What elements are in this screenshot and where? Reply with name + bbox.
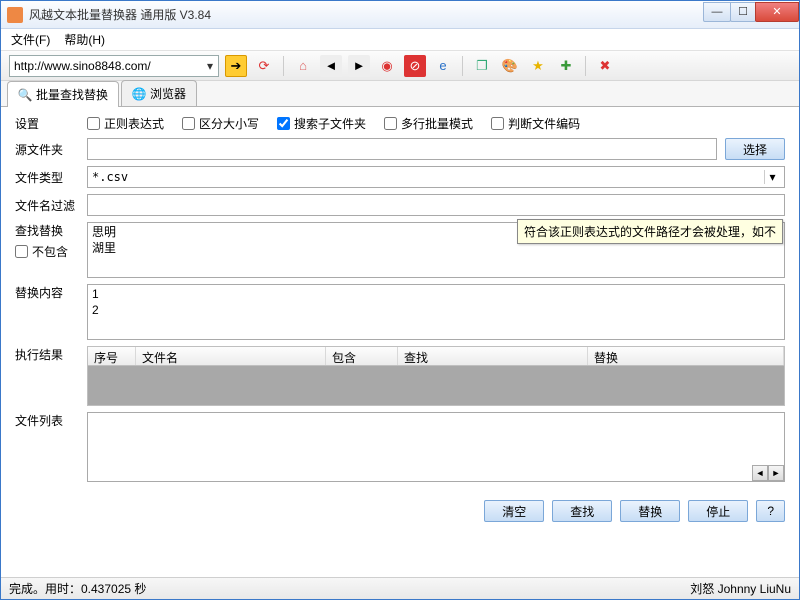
refresh-icon[interactable]: ⟳ <box>253 55 275 77</box>
name-filter-label: 文件名过滤 <box>15 197 79 214</box>
status-right: 刘怒 Johnny LiuNu <box>690 580 791 597</box>
chk-regex[interactable]: 正则表达式 <box>87 115 164 132</box>
delete-icon[interactable]: ✖ <box>594 55 616 77</box>
menubar: 文件(F) 帮助(H) <box>1 29 799 51</box>
globe-icon: 🌐 <box>132 87 146 101</box>
chk-subfolder[interactable]: 搜索子文件夹 <box>277 115 366 132</box>
clear-button[interactable]: 清空 <box>484 500 544 522</box>
url-dropdown-icon[interactable]: ▾ <box>202 59 218 73</box>
titlebar: 风越文本批量替换器 通用版 V3.84 — ☐ ✕ <box>1 1 799 29</box>
home-icon[interactable]: ⌂ <box>292 55 314 77</box>
name-filter-row: 文件名过滤 <box>15 194 785 216</box>
col-seq[interactable]: 序号 <box>88 347 136 365</box>
tooltip: 符合该正则表达式的文件路径才会被处理，如不 <box>517 219 783 244</box>
palette-icon[interactable]: 🎨 <box>499 55 521 77</box>
replace-button[interactable]: 替换 <box>620 500 680 522</box>
dropdown-icon[interactable]: ▾ <box>764 170 780 184</box>
tab-browser[interactable]: 🌐 浏览器 <box>121 80 197 106</box>
find-button[interactable]: 查找 <box>552 500 612 522</box>
tab-label: 批量查找替换 <box>36 86 108 103</box>
file-type-row: 文件类型 ▾ <box>15 166 785 188</box>
url-combo[interactable]: ▾ <box>9 55 219 77</box>
tabstrip: 🔍 批量查找替换 🌐 浏览器 <box>1 81 799 107</box>
chk-case[interactable]: 区分大小写 <box>182 115 259 132</box>
settings-label: 设置 <box>15 115 79 132</box>
help-button[interactable]: ? <box>756 500 785 522</box>
statusbar: 完成。用时：0.437025 秒 刘怒 Johnny LiuNu <box>1 577 799 599</box>
window-title: 风越文本批量替换器 通用版 V3.84 <box>29 6 704 23</box>
source-folder-row: 源文件夹 选择 <box>15 138 785 160</box>
col-filename[interactable]: 文件名 <box>136 347 326 365</box>
source-folder-input[interactable] <box>87 138 717 160</box>
results-row: 执行结果 序号 文件名 包含 查找 替换 <box>15 346 785 406</box>
tab-find-replace[interactable]: 🔍 批量查找替换 <box>7 81 119 107</box>
block-icon[interactable]: ⊘ <box>404 55 426 77</box>
file-type-combo[interactable]: ▾ <box>87 166 785 188</box>
file-list-label: 文件列表 <box>15 412 79 482</box>
file-type-input[interactable] <box>92 170 764 184</box>
toolbar-separator <box>462 56 463 76</box>
results-body[interactable] <box>87 366 785 406</box>
bottom-buttons: 清空 查找 替换 停止 ? <box>1 492 799 530</box>
back-icon[interactable]: ◄ <box>320 55 342 77</box>
copy-icon[interactable]: ❐ <box>471 55 493 77</box>
maximize-button[interactable]: ☐ <box>730 2 756 22</box>
ie-icon[interactable]: e <box>432 55 454 77</box>
tab-label: 浏览器 <box>150 85 186 102</box>
chk-encoding[interactable]: 判断文件编码 <box>491 115 580 132</box>
replace-text[interactable]: 1 2 <box>87 284 785 340</box>
stop-button[interactable]: 停止 <box>688 500 748 522</box>
file-list[interactable]: ◄ ► <box>87 412 785 482</box>
star-icon[interactable]: ★ <box>527 55 549 77</box>
status-left: 完成。用时：0.437025 秒 <box>9 580 146 597</box>
toolbar: ▾ ➔ ⟳ ⌂ ◄ ► ◉ ⊘ e ❐ 🎨 ★ ✚ ✖ <box>1 51 799 81</box>
choose-folder-button[interactable]: 选择 <box>725 138 785 160</box>
find-replace-label: 查找替换 <box>15 222 79 239</box>
go-icon[interactable]: ➔ <box>225 55 247 77</box>
add-favorite-icon[interactable]: ✚ <box>555 55 577 77</box>
close-button[interactable]: ✕ <box>755 2 799 22</box>
content-area: 设置 正则表达式 区分大小写 搜索子文件夹 多行批量模式 判断文件编码 源文件夹… <box>1 107 799 492</box>
forward-icon[interactable]: ► <box>348 55 370 77</box>
results-label: 执行结果 <box>15 346 79 406</box>
scroll-left-icon[interactable]: ◄ <box>752 465 768 481</box>
results-header: 序号 文件名 包含 查找 替换 <box>87 346 785 366</box>
name-filter-input[interactable] <box>87 194 785 216</box>
magnifier-icon: 🔍 <box>18 88 32 102</box>
file-type-label: 文件类型 <box>15 169 79 186</box>
app-icon <box>7 7 23 23</box>
stop-nav-icon[interactable]: ◉ <box>376 55 398 77</box>
toolbar-separator <box>585 56 586 76</box>
minimize-button[interactable]: — <box>703 2 731 22</box>
scroll-right-icon[interactable]: ► <box>768 465 784 481</box>
col-find[interactable]: 查找 <box>398 347 588 365</box>
source-folder-label: 源文件夹 <box>15 141 79 158</box>
url-input[interactable] <box>10 59 202 73</box>
menu-help[interactable]: 帮助(H) <box>64 31 105 48</box>
app-window: 风越文本批量替换器 通用版 V3.84 — ☐ ✕ 文件(F) 帮助(H) ▾ … <box>0 0 800 600</box>
col-contain[interactable]: 包含 <box>326 347 398 365</box>
menu-file[interactable]: 文件(F) <box>11 31 50 48</box>
settings-row: 设置 正则表达式 区分大小写 搜索子文件夹 多行批量模式 判断文件编码 <box>15 115 785 132</box>
replace-content-row: 替换内容 1 2 <box>15 284 785 340</box>
file-list-row: 文件列表 ◄ ► <box>15 412 785 482</box>
chk-not-contain[interactable]: 不包含 <box>15 243 68 260</box>
replace-content-label: 替换内容 <box>15 284 79 340</box>
col-replace[interactable]: 替换 <box>588 347 784 365</box>
chk-multiline[interactable]: 多行批量模式 <box>384 115 473 132</box>
toolbar-separator <box>283 56 284 76</box>
